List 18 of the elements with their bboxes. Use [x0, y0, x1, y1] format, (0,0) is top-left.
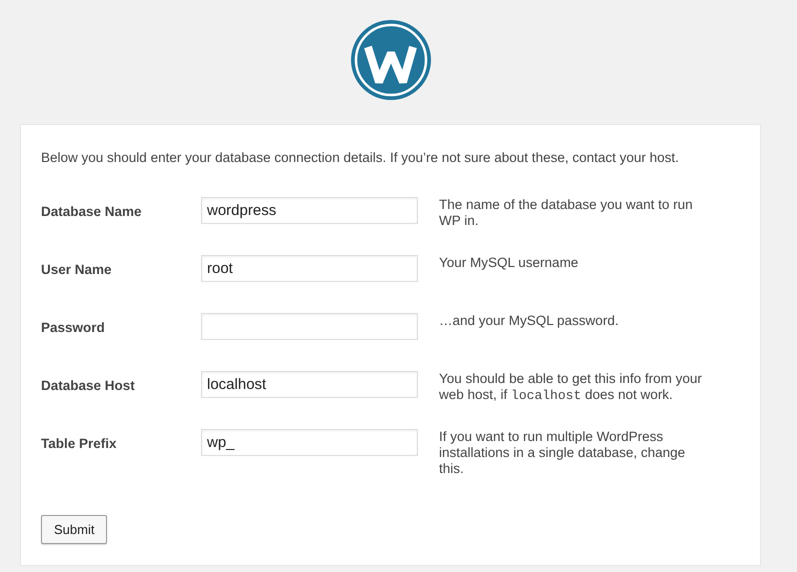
input-field[interactable]: wp_ — [201, 429, 418, 456]
field-label: User Name — [41, 261, 113, 277]
input-field[interactable]: wordpress — [201, 197, 418, 224]
intro-text: Below you should enter your database connection details. If you’re not sure about these, contact your host. — [41, 149, 680, 167]
submit-button[interactable]: Submit — [41, 515, 108, 544]
help-text: If you want to run multiple WordPress installations in a single database, change this. — [439, 429, 686, 477]
field-label: Password — [41, 319, 106, 335]
field-label: Table Prefix — [41, 435, 118, 451]
input-field[interactable]: localhost — [201, 371, 418, 398]
field-label: Database Host — [41, 377, 136, 393]
help-text: …and your MySQL password. — [439, 313, 620, 329]
help-text: You should be able to get this info from your web host, if localhost does not work. — [439, 371, 703, 404]
input-field[interactable]: root — [201, 255, 418, 282]
field-label: Database Name — [41, 203, 143, 219]
help-text: Your MySQL username — [439, 255, 580, 271]
logo-icon — [351, 20, 431, 100]
help-text: The name of the database you want to run WP in. — [439, 197, 694, 229]
input-field[interactable] — [201, 313, 418, 340]
